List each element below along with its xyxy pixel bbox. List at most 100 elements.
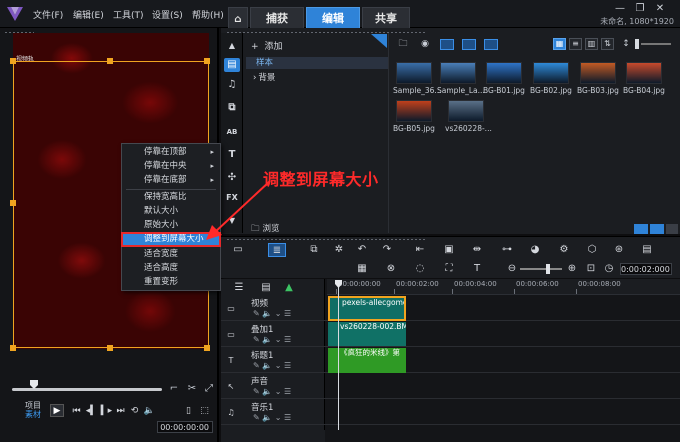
filter-audio-button[interactable] bbox=[484, 39, 498, 50]
multi-trim-icon[interactable]: ▣ bbox=[442, 243, 456, 257]
track-manager-icon[interactable]: ☰ bbox=[232, 281, 246, 295]
magic-icon[interactable]: ✲ bbox=[332, 243, 346, 257]
timeline-clip-video[interactable]: pexels-allecgomes bbox=[328, 296, 406, 321]
menu-item-reset-transform[interactable]: 重置变形 bbox=[122, 276, 220, 289]
collapse-up-icon[interactable]: ▲ bbox=[224, 39, 240, 53]
menu-tools[interactable]: 工具(T) bbox=[113, 8, 144, 21]
panel-grip[interactable] bbox=[226, 238, 426, 241]
menu-item-fit-height[interactable]: 适合高度 bbox=[122, 262, 220, 275]
library-list-icon[interactable] bbox=[650, 224, 664, 234]
library-expand-icon[interactable] bbox=[666, 224, 678, 234]
menu-help[interactable]: 帮助(H) bbox=[192, 8, 224, 21]
zoom-slider[interactable] bbox=[520, 268, 562, 270]
prev-frame-button[interactable]: ◂▍ bbox=[85, 405, 98, 417]
split-icon[interactable]: ⇹ bbox=[470, 243, 484, 257]
library-view-icon[interactable] bbox=[634, 224, 648, 234]
timeline-clip-title[interactable]: 《疯狂的米线》第 bbox=[328, 348, 406, 373]
split-icon[interactable]: ✂ bbox=[186, 383, 198, 395]
menu-item-fit-width[interactable]: 适合宽度 bbox=[122, 248, 220, 261]
zoom-in-icon[interactable]: ⊕ bbox=[565, 262, 579, 276]
track-controls-icon[interactable]: ✎ 🔈 ⌄ ☰ bbox=[253, 309, 291, 318]
title-icon[interactable]: T bbox=[224, 148, 240, 162]
playhead[interactable] bbox=[338, 280, 339, 430]
library-thumbnail[interactable] bbox=[448, 100, 484, 122]
ripple-icon[interactable]: ⊶ bbox=[500, 243, 514, 257]
library-thumbnail[interactable] bbox=[626, 62, 662, 84]
effects-icon[interactable]: ⬡ bbox=[585, 243, 599, 257]
start-button[interactable]: ⏮ bbox=[70, 405, 83, 417]
timeline-view-icon[interactable]: ≣ bbox=[268, 243, 286, 257]
device-button[interactable]: ▯ bbox=[182, 405, 195, 417]
preview-timecode[interactable]: 00:00:00:00 bbox=[157, 421, 213, 433]
filter-photo-button[interactable] bbox=[462, 39, 476, 50]
resize-handle[interactable] bbox=[10, 345, 16, 351]
thumbnail-size-knob[interactable] bbox=[635, 39, 639, 49]
add-marker-icon[interactable]: ▲ bbox=[282, 281, 296, 295]
tab-share[interactable]: 共享 bbox=[362, 7, 410, 28]
track-controls-icon[interactable]: ✎ 🔈 ⌄ ☰ bbox=[253, 413, 291, 422]
resize-handle[interactable] bbox=[10, 58, 16, 64]
track-controls-icon[interactable]: ✎ 🔈 ⌄ ☰ bbox=[253, 335, 291, 344]
motion-track-icon[interactable]: ◌ bbox=[413, 262, 427, 276]
audio-ducking-icon[interactable]: ⊛ bbox=[612, 243, 626, 257]
list-view-button[interactable]: ≡ bbox=[569, 38, 582, 50]
tab-edit[interactable]: 编辑 bbox=[306, 7, 360, 28]
sort-button[interactable]: ⇅ bbox=[601, 38, 614, 50]
library-thumbnail[interactable] bbox=[486, 62, 522, 84]
copy-icon[interactable]: ⧉ bbox=[307, 243, 321, 257]
library-thumbnail[interactable] bbox=[396, 100, 432, 122]
track-controls-icon[interactable]: ✎ 🔈 ⌄ ☰ bbox=[253, 387, 291, 396]
redo-icon[interactable]: ↷ bbox=[380, 243, 394, 257]
resize-handle[interactable] bbox=[10, 200, 16, 206]
3d-title-icon[interactable]: T bbox=[470, 262, 484, 276]
transition-icon[interactable]: ⧉ bbox=[224, 101, 240, 115]
menu-settings[interactable]: 设置(S) bbox=[152, 8, 183, 21]
resize-handle[interactable] bbox=[204, 58, 210, 64]
record-icon[interactable]: ◉ bbox=[419, 38, 431, 50]
library-thumbnail[interactable] bbox=[440, 62, 476, 84]
next-frame-button[interactable]: ▍▸ bbox=[100, 405, 113, 417]
chapter-icon[interactable]: ▤ bbox=[259, 281, 273, 295]
menu-item-dock-top[interactable]: 停靠在顶部 ▸ bbox=[122, 146, 220, 159]
menu-file[interactable]: 文件(F) bbox=[33, 8, 63, 21]
crop-button[interactable]: ⬚ bbox=[198, 405, 211, 417]
import-folder-icon[interactable]: 🗀 bbox=[397, 38, 409, 50]
resize-handle[interactable] bbox=[107, 58, 113, 64]
storyboard-view-icon[interactable]: ▭ bbox=[231, 243, 245, 257]
zoom-out-icon[interactable]: ⊖ bbox=[505, 262, 519, 276]
timeline-timecode[interactable]: 0:00:02:000 bbox=[620, 263, 672, 275]
trim-icon[interactable]: ⌐ bbox=[168, 383, 180, 395]
sort-order-icon[interactable]: ↕ bbox=[620, 38, 632, 50]
trim-icon[interactable]: ⇤ bbox=[413, 243, 427, 257]
record-capture-icon[interactable]: ▦ bbox=[355, 262, 369, 276]
tab-capture[interactable]: 捕获 bbox=[250, 7, 304, 28]
repeat-button[interactable]: ⟲ bbox=[128, 405, 141, 417]
title-template-icon[interactable]: AB bbox=[224, 125, 240, 139]
folder-item-sample[interactable]: 样本 bbox=[246, 57, 388, 69]
resize-handle[interactable] bbox=[107, 345, 113, 351]
resize-handle[interactable] bbox=[204, 345, 210, 351]
minimize-icon[interactable]: — bbox=[612, 3, 628, 15]
thumbnail-size-slider[interactable] bbox=[641, 43, 671, 45]
mask-icon[interactable]: ⊗ bbox=[384, 262, 398, 276]
fit-project-icon[interactable]: ⊡ bbox=[584, 262, 598, 276]
close-icon[interactable]: ✕ bbox=[652, 3, 668, 15]
pan-zoom-icon[interactable]: ⛶ bbox=[442, 262, 456, 276]
grid-view-button[interactable]: ▥ bbox=[585, 38, 598, 50]
timeline-clip-overlay[interactable]: vs260228-002.BMP bbox=[328, 322, 406, 346]
library-thumbnail[interactable] bbox=[396, 62, 432, 84]
filter-video-button[interactable] bbox=[440, 39, 454, 50]
play-button[interactable]: ▶ bbox=[50, 404, 64, 417]
subtitle-icon[interactable]: ▤ bbox=[640, 243, 654, 257]
end-button[interactable]: ⏭ bbox=[114, 405, 127, 417]
fullscreen-icon[interactable]: ⤢ bbox=[203, 383, 215, 395]
audio-mixer-icon[interactable]: ⚙ bbox=[557, 243, 571, 257]
zoom-knob[interactable] bbox=[546, 264, 550, 274]
maximize-icon[interactable]: ❐ bbox=[632, 3, 648, 15]
menu-item-dock-center[interactable]: 停靠在中央 ▸ bbox=[122, 160, 220, 173]
library-thumbnail[interactable] bbox=[580, 62, 616, 84]
undo-icon[interactable]: ↶ bbox=[355, 243, 369, 257]
volume-button[interactable]: 🔈 bbox=[143, 405, 156, 417]
add-folder-button[interactable]: + 添加 bbox=[251, 39, 283, 52]
instant-project-icon[interactable]: ♫ bbox=[224, 78, 240, 92]
